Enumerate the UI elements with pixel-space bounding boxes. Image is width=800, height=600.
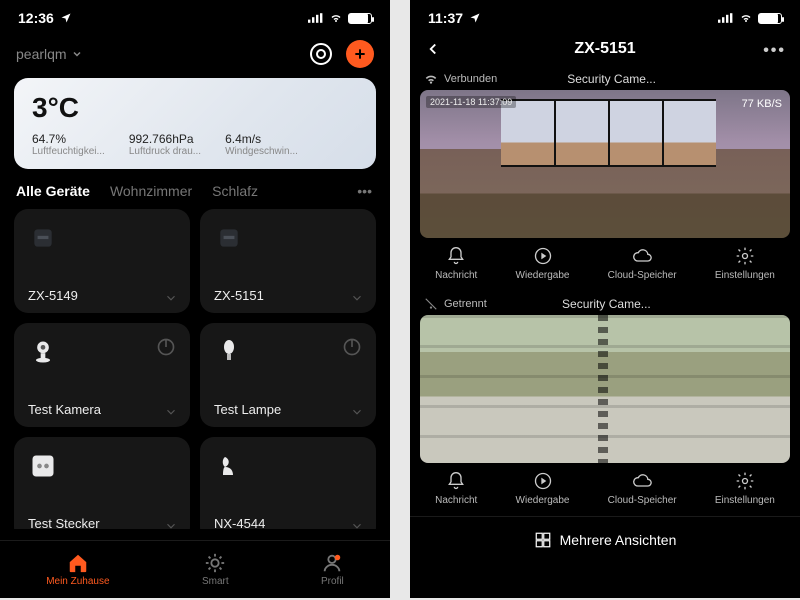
device-card[interactable]: Test Lampe bbox=[200, 323, 376, 427]
action-messages[interactable]: Nachricht bbox=[435, 471, 477, 506]
cloud-icon bbox=[632, 471, 652, 491]
nav-profile[interactable]: Profil bbox=[321, 552, 344, 587]
room-tabs: Alle Geräte Wohnzimmer Schlafz ••• bbox=[0, 183, 390, 209]
camera-feed[interactable]: 2021-11-18 11:37:09 77 KB/S bbox=[420, 90, 790, 238]
camera-actions: Nachricht Wiedergabe Cloud-Speicher Eins… bbox=[410, 463, 800, 516]
playback-icon bbox=[533, 246, 553, 266]
camera-block-1: Verbunden Security Came... 2021-11-18 11… bbox=[410, 66, 800, 291]
camera-actions: Nachricht Wiedergabe Cloud-Speicher Eins… bbox=[410, 238, 800, 291]
page-title: ZX-5151 bbox=[574, 40, 635, 58]
chevron-down-icon bbox=[164, 519, 178, 529]
chevron-down-icon bbox=[350, 291, 364, 305]
tab-all-devices[interactable]: Alle Geräte bbox=[16, 183, 90, 199]
device-card[interactable]: ZX-5149 bbox=[14, 209, 190, 313]
grid-icon bbox=[534, 531, 552, 549]
weather-pressure: 992.766hPa Luftdruck drau... bbox=[129, 132, 201, 157]
connection-status: Getrennt bbox=[444, 298, 487, 310]
wifi-off-icon bbox=[424, 297, 438, 311]
wifi-icon bbox=[328, 12, 344, 24]
camera-screen: 11:37 ZX-5151 ••• Verbunden Security Cam… bbox=[410, 0, 800, 598]
status-bar: 11:37 bbox=[410, 0, 800, 36]
weather-humidity: 64.7% Luftfeuchtigkei... bbox=[32, 132, 105, 157]
bell-icon bbox=[446, 246, 466, 266]
back-button[interactable] bbox=[424, 40, 442, 63]
chevron-down-icon bbox=[71, 48, 83, 60]
tab-room-2[interactable]: Schlafz bbox=[212, 183, 258, 199]
playback-icon bbox=[533, 471, 553, 491]
tab-room-1[interactable]: Wohnzimmer bbox=[110, 183, 192, 199]
camera-title: Security Came... bbox=[503, 72, 720, 86]
chevron-down-icon bbox=[350, 519, 364, 529]
device-card[interactable]: Test Stecker bbox=[14, 437, 190, 529]
camera-block-2: Getrennt Security Came... Nachricht Wied… bbox=[410, 291, 800, 516]
status-bar: 12:36 bbox=[0, 0, 390, 36]
home-dropdown[interactable]: pearlqm bbox=[16, 46, 83, 62]
device-card[interactable]: Test Kamera bbox=[14, 323, 190, 427]
plug-icon bbox=[28, 451, 58, 481]
multi-views-button[interactable]: Mehrere Ansichten bbox=[410, 516, 800, 565]
weather-wind: 6.4m/s Windgeschwin... bbox=[225, 132, 298, 157]
app-header: ZX-5151 ••• bbox=[410, 36, 800, 66]
camera-title: Security Came... bbox=[493, 297, 720, 311]
chevron-down-icon bbox=[164, 405, 178, 419]
device-card[interactable]: NX-4544 bbox=[200, 437, 376, 529]
status-time: 12:36 bbox=[18, 10, 54, 26]
bulb-icon bbox=[214, 337, 244, 367]
bottom-nav: Mein Zuhause Smart Profil bbox=[0, 540, 390, 598]
app-header: pearlqm bbox=[0, 36, 390, 78]
camera-feed[interactable] bbox=[420, 315, 790, 463]
cellular-icon bbox=[308, 12, 324, 24]
gear-icon bbox=[735, 471, 755, 491]
power-icon[interactable] bbox=[156, 337, 176, 357]
gear-icon bbox=[735, 246, 755, 266]
home-icon bbox=[67, 552, 89, 574]
location-icon bbox=[58, 12, 74, 24]
chevron-left-icon bbox=[424, 40, 442, 58]
location-icon bbox=[467, 12, 483, 24]
action-messages[interactable]: Nachricht bbox=[435, 246, 477, 281]
wifi-icon bbox=[738, 12, 754, 24]
nav-smart[interactable]: Smart bbox=[202, 552, 229, 587]
home-screen: 12:36 pearlqm 3°C 64.7% Luftfeuchtigkei.… bbox=[0, 0, 390, 598]
device-icon bbox=[28, 223, 58, 253]
battery-icon bbox=[348, 13, 372, 24]
power-icon[interactable] bbox=[342, 337, 362, 357]
more-button[interactable]: ••• bbox=[763, 42, 786, 60]
action-playback[interactable]: Wiedergabe bbox=[516, 246, 570, 281]
action-cloud[interactable]: Cloud-Speicher bbox=[608, 246, 677, 281]
connection-status: Verbunden bbox=[444, 73, 497, 85]
status-time: 11:37 bbox=[428, 10, 463, 26]
battery-icon bbox=[758, 13, 782, 24]
device-icon bbox=[214, 451, 244, 481]
device-icon bbox=[214, 223, 244, 253]
feed-timestamp: 2021-11-18 11:37:09 bbox=[426, 96, 516, 108]
cellular-icon bbox=[718, 12, 734, 24]
add-device-button[interactable] bbox=[346, 40, 374, 68]
action-settings[interactable]: Einstellungen bbox=[715, 246, 775, 281]
action-settings[interactable]: Einstellungen bbox=[715, 471, 775, 506]
tabs-more-icon[interactable]: ••• bbox=[357, 183, 372, 199]
cloud-icon bbox=[632, 246, 652, 266]
weather-card[interactable]: 3°C 64.7% Luftfeuchtigkei... 992.766hPa … bbox=[14, 78, 376, 169]
profile-icon bbox=[321, 552, 343, 574]
device-grid: ZX-5149 ZX-5151 Test Kamera bbox=[0, 209, 390, 529]
nav-home[interactable]: Mein Zuhause bbox=[46, 552, 109, 587]
wifi-icon bbox=[424, 72, 438, 86]
action-playback[interactable]: Wiedergabe bbox=[516, 471, 570, 506]
home-name: pearlqm bbox=[16, 46, 67, 62]
scan-icon[interactable] bbox=[310, 43, 332, 65]
feed-bitrate: 77 KB/S bbox=[742, 98, 782, 110]
chevron-down-icon bbox=[164, 291, 178, 305]
temperature: 3°C bbox=[32, 92, 358, 124]
chevron-down-icon bbox=[350, 405, 364, 419]
camera-icon bbox=[28, 337, 58, 367]
plus-icon bbox=[352, 46, 368, 62]
device-card[interactable]: ZX-5151 bbox=[200, 209, 376, 313]
smart-icon bbox=[204, 552, 226, 574]
bell-icon bbox=[446, 471, 466, 491]
action-cloud[interactable]: Cloud-Speicher bbox=[608, 471, 677, 506]
